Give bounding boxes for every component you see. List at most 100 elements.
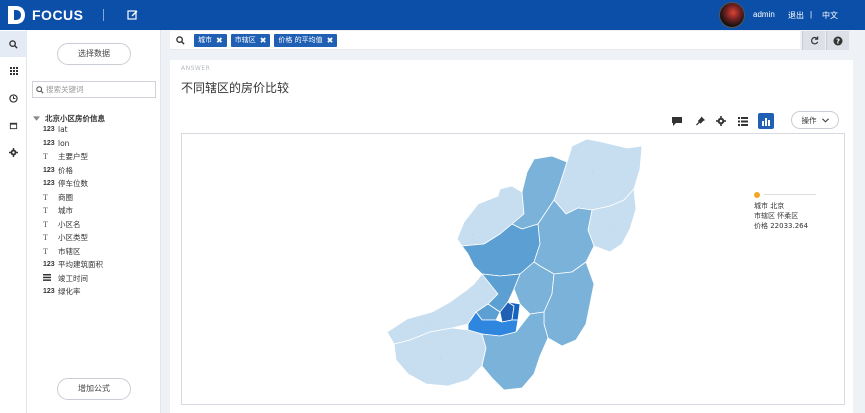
pin-icon: [695, 116, 705, 126]
text-type-icon: T: [43, 219, 48, 229]
search-icon: [9, 39, 18, 49]
chart-title: 不同辖区的房价比较: [181, 81, 290, 95]
map-tooltip: 城市 北京 市辖区 怀柔区 价格 22033.264: [754, 192, 816, 231]
field-item[interactable]: 123 lon: [43, 137, 103, 151]
field-item[interactable]: T 小区名: [43, 218, 103, 232]
field-label: 绿化率: [58, 287, 81, 297]
main-area: 城市 ✖ 市辖区 ✖ 价格 的平均值 ✖ ? ANSWER 不同辖区的房价比较 操作: [162, 30, 865, 413]
select-data-button[interactable]: 选择数据: [57, 43, 131, 65]
remove-chip-icon[interactable]: ✖: [327, 36, 334, 45]
chip-label: 城市: [198, 36, 212, 44]
map-frame: · · · · · · · · · · 城市 北京 市辖区 怀柔区 价格 22033.264: [181, 133, 845, 405]
bar-chart-icon: [762, 117, 770, 126]
field-item[interactable]: 123 平均建筑面积: [43, 258, 103, 272]
ops-label: 操作: [801, 115, 817, 125]
comment-button[interactable]: [669, 113, 685, 129]
series-dot-icon: [754, 192, 760, 198]
beijing-district-map[interactable]: · · · · · · · · · ·: [182, 134, 846, 406]
svg-text:·: ·: [566, 307, 567, 311]
numeric-type-icon: 123: [43, 180, 55, 188]
language-switch[interactable]: 中文: [822, 10, 838, 21]
numeric-type-icon: 123: [43, 288, 55, 296]
gear-icon: [716, 116, 726, 126]
list-icon: [738, 116, 748, 126]
top-bar: FOCUS admin 退出 | 中文: [0, 0, 865, 30]
operations-dropdown[interactable]: 操作: [791, 111, 839, 129]
refresh-button[interactable]: [802, 31, 825, 50]
search-placeholder: 搜索关键词: [46, 85, 84, 94]
user-avatar[interactable]: [719, 2, 745, 28]
query-chip[interactable]: 城市 ✖: [194, 33, 227, 47]
chip-label: 市辖区: [234, 36, 256, 44]
field-label: 竣工时间: [58, 273, 88, 283]
field-label: 平均建筑面积: [58, 260, 103, 270]
chart-view-button[interactable]: [758, 113, 774, 129]
chip-label: 价格 的平均值: [278, 36, 323, 44]
answer-card: ANSWER 不同辖区的房价比较 操作 · · · · · · · · · · …: [170, 60, 853, 413]
data-panel: 选择数据 搜索关键词 北京小区房价信息 123 lat 123 lon T 主要户型 123…: [27, 30, 161, 413]
logout-link[interactable]: 退出: [788, 10, 804, 21]
app-logo[interactable]: FOCUS: [8, 5, 84, 25]
text-type-icon: T: [43, 152, 48, 162]
brand-name: FOCUS: [32, 7, 84, 23]
search-icon: [36, 85, 44, 94]
refresh-icon: [810, 36, 818, 45]
remove-chip-icon[interactable]: ✖: [260, 36, 267, 45]
field-label: lat: [58, 125, 68, 135]
rail-grid[interactable]: [0, 58, 27, 84]
add-formula-button[interactable]: 增加公式: [57, 378, 131, 400]
svg-text:?: ?: [836, 37, 840, 45]
field-label: 小区类型: [58, 233, 88, 243]
field-search-input[interactable]: 搜索关键词: [32, 81, 156, 98]
tooltip-divider: [764, 194, 816, 195]
numeric-type-icon: 123: [43, 139, 55, 147]
field-label: 商圈: [58, 192, 73, 202]
query-bar[interactable]: 城市 ✖ 市辖区 ✖ 价格 的平均值 ✖: [170, 31, 800, 50]
tooltip-district: 市辖区 怀柔区: [754, 212, 799, 220]
svg-text:·: ·: [502, 255, 503, 259]
rail-settings[interactable]: [0, 139, 27, 165]
search-icon: [176, 35, 185, 45]
field-item[interactable]: 123 绿化率: [43, 285, 103, 299]
answer-label: ANSWER: [181, 65, 211, 72]
rail-search[interactable]: [0, 31, 27, 57]
query-chip[interactable]: 价格 的平均值 ✖: [274, 33, 338, 47]
field-item[interactable]: T 市辖区: [43, 245, 103, 259]
field-label: 价格: [58, 165, 73, 175]
table-view-button[interactable]: [735, 113, 751, 129]
date-type-icon: [43, 273, 58, 283]
tooltip-city: 城市 北京: [754, 202, 785, 210]
field-label: lon: [58, 138, 70, 148]
field-item[interactable]: T 主要户型: [43, 150, 103, 164]
field-list: 123 lat 123 lon T 主要户型 123 价格 123 停车位数 T 商圈 T 城市 T 小区名 T…: [43, 123, 103, 299]
rail-calendar[interactable]: [0, 112, 27, 138]
remove-chip-icon[interactable]: ✖: [216, 36, 223, 45]
field-item[interactable]: T 商圈: [43, 191, 103, 205]
field-item[interactable]: 123 价格: [43, 164, 103, 178]
settings-button[interactable]: [713, 113, 729, 129]
pin-button[interactable]: [692, 113, 708, 129]
field-item[interactable]: 123 lat: [43, 123, 103, 137]
help-button[interactable]: ?: [826, 31, 849, 50]
chevron-down-icon: [821, 117, 829, 123]
field-item[interactable]: T 小区类型: [43, 231, 103, 245]
edit-icon[interactable]: [127, 9, 139, 21]
rail-history[interactable]: [0, 85, 27, 111]
field-item[interactable]: 竣工时间: [43, 272, 103, 286]
text-type-icon: T: [43, 246, 48, 256]
caret-down-icon[interactable]: [33, 115, 40, 122]
field-item[interactable]: T 城市: [43, 204, 103, 218]
text-type-icon: T: [43, 233, 48, 243]
svg-text:·: ·: [610, 227, 611, 231]
tooltip-price: 价格 22033.264: [754, 222, 809, 230]
text-type-icon: T: [43, 192, 48, 202]
svg-text:·: ·: [430, 321, 431, 325]
focus-logo-icon: [8, 5, 26, 25]
field-label: 城市: [58, 206, 73, 216]
field-item[interactable]: 123 停车位数: [43, 177, 103, 191]
query-chip[interactable]: 市辖区 ✖: [230, 33, 271, 47]
username[interactable]: admin: [753, 10, 775, 19]
calendar-icon: [9, 122, 18, 129]
gear-icon: [9, 147, 18, 157]
svg-text:·: ·: [472, 233, 473, 237]
